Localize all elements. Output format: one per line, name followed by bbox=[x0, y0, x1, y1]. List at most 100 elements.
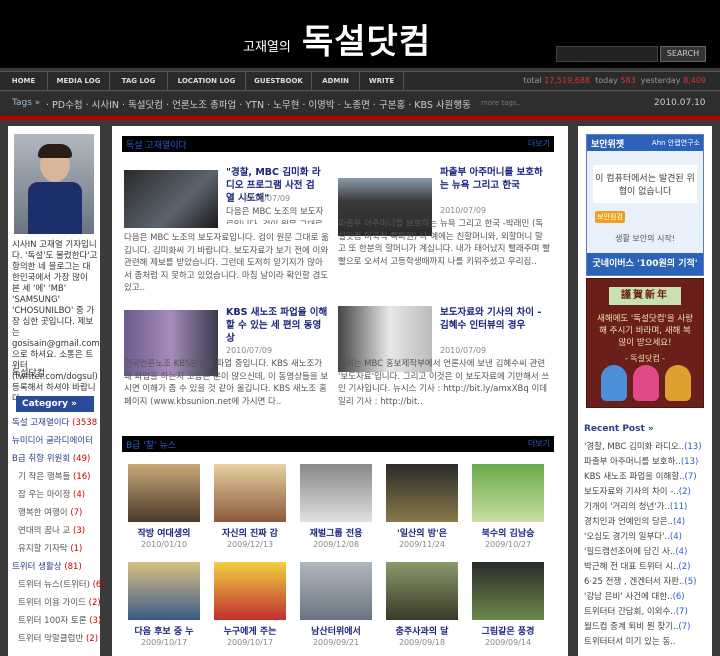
recent-post-comment-count: (5) bbox=[684, 577, 697, 587]
nav-home[interactable]: HOME bbox=[0, 72, 48, 90]
recent-post-item[interactable]: '경찰, MBC 김미화 라디오..(13) bbox=[584, 440, 708, 452]
recent-post-title: '경찰, MBC 김미화 라디오.. bbox=[584, 442, 685, 452]
recent-post-comment-count: (4) bbox=[673, 517, 686, 527]
category-item[interactable]: 트위터 막말클럽반 (2) bbox=[18, 632, 104, 644]
section-more-2[interactable]: 더보기 bbox=[528, 438, 550, 449]
gallery-date: 2009/09/14 bbox=[484, 638, 532, 647]
gallery-caption[interactable]: 남산터위에서 bbox=[296, 624, 376, 637]
category-count: (49) bbox=[72, 454, 91, 464]
category-item[interactable]: 트위터 이용 가이드 (2) bbox=[18, 596, 104, 608]
article-date: 2010/07/09 bbox=[440, 206, 487, 215]
gallery-thumbnail[interactable] bbox=[300, 464, 372, 522]
category-count: (3) bbox=[73, 526, 86, 536]
category-item[interactable]: 연대의 꿈나 교 (3) bbox=[18, 524, 104, 536]
nav-tag-log[interactable]: TAG LOG bbox=[110, 72, 168, 90]
category-item[interactable]: 트위터 생활상 (81) bbox=[12, 560, 98, 572]
tag-list[interactable]: · PD수첩 · 시사IN · 독설닷컴 · 언론노조 총파업 · YTN · … bbox=[46, 97, 471, 111]
widget-title: 보안위젯 bbox=[591, 140, 625, 150]
recent-post-comment-count: (13) bbox=[684, 442, 702, 452]
recent-post-item[interactable]: 트위터터서 미기 있는 동.. bbox=[584, 635, 708, 647]
recent-post-item[interactable]: 기개이 '거리의 청년'가..(11) bbox=[584, 500, 708, 512]
category-item[interactable]: 기 작은 행복들 (16) bbox=[18, 470, 104, 482]
search-button[interactable]: SEARCH bbox=[660, 46, 706, 62]
gallery-thumbnail[interactable] bbox=[128, 562, 200, 620]
gallery-date: 2009/11/24 bbox=[398, 540, 446, 549]
stat-total: 17,519,688 bbox=[544, 76, 591, 85]
recent-post-item[interactable]: 보도자료와 기사의 차이 -..(2) bbox=[584, 485, 708, 497]
category-label: 트위터 100자 토론 bbox=[18, 616, 87, 626]
search-input[interactable] bbox=[556, 46, 658, 62]
article-excerpt: 다음은 MBC 노조의 보도자료입니다. 검이 원문 그대로 옮깁니다. 김미화… bbox=[226, 207, 324, 224]
security-check-button[interactable]: 보안점검 bbox=[595, 211, 625, 223]
right-sidebar: 보안위젯 Ahn 안랩연구소 이 컴퓨터에서는 발견된 위협이 없습니다 보안점… bbox=[578, 126, 712, 656]
stat-total-label: total bbox=[523, 76, 542, 85]
recent-post-item[interactable]: 6·25 전쟁 , 겐겐터서 자판..(5) bbox=[584, 575, 708, 587]
widget-link[interactable]: 생활 보안의 시작! bbox=[593, 233, 697, 244]
category-item[interactable]: 유지할 기자탁 (1) bbox=[18, 542, 104, 554]
article-title[interactable]: 파출부 아주머니를 보호하는 뉴욕 그리고 한국 bbox=[440, 166, 550, 192]
gallery-caption[interactable]: 충주사과의 달 bbox=[382, 624, 462, 637]
recent-post-item[interactable]: KBS 새노조 파업을 이해할..(7) bbox=[584, 470, 708, 482]
gallery-thumbnail[interactable] bbox=[214, 464, 286, 522]
recent-post-title: '오심도 경기의 일부다'.. bbox=[584, 532, 670, 542]
category-label: 트위터 이용 가이드 bbox=[18, 598, 86, 608]
recent-post-item[interactable]: 경치인과 언예인의 당은..(4) bbox=[584, 515, 708, 527]
recent-post-item[interactable]: 트위터터 간담회, 이외수..(7) bbox=[584, 605, 708, 617]
nav-admin[interactable]: ADMIN bbox=[312, 72, 360, 90]
section-header-1: 독설 고재열이다 더보기 bbox=[122, 136, 554, 152]
category-count: (81) bbox=[64, 562, 82, 572]
gallery-thumbnail[interactable] bbox=[386, 464, 458, 522]
section-title-2[interactable]: B급 '찰' 뉴스 bbox=[126, 438, 176, 451]
category-item[interactable]: 행복한 여행이 (7) bbox=[18, 506, 104, 518]
section-title-1[interactable]: 독설 고재열이다 bbox=[126, 138, 187, 151]
gallery-caption[interactable]: 다음 후보 중 누 bbox=[124, 624, 204, 637]
gallery-caption[interactable]: '일산의 밤'은 bbox=[382, 526, 462, 539]
article-date: 2010/07/09 bbox=[226, 346, 273, 355]
nav-guestbook[interactable]: GUESTBOOK bbox=[246, 72, 312, 90]
gallery-caption[interactable]: 재벌그룹 전용 bbox=[296, 526, 376, 539]
widget-banner[interactable]: 굿네이버스 '100원의 기적' bbox=[587, 253, 703, 275]
recent-post-comment-count: (7) bbox=[675, 607, 688, 617]
category-item[interactable]: 잡 우는 마이정 (4) bbox=[18, 488, 104, 500]
nav-location-log[interactable]: LOCATION LOG bbox=[168, 72, 246, 90]
section-more-1[interactable]: 더보기 bbox=[528, 138, 550, 149]
profile-photo bbox=[14, 134, 94, 234]
recent-post-item[interactable]: 파출부 아주머니를 보호하..(13) bbox=[584, 455, 708, 467]
recent-post-title: '강남 은비' 사건에 대한.. bbox=[584, 592, 673, 602]
article-title[interactable]: KBS 새노조 파업을 이해할 수 있는 세 편의 동영상 bbox=[226, 306, 328, 345]
gallery-thumbnail[interactable] bbox=[386, 562, 458, 620]
nav-write[interactable]: WRITE bbox=[360, 72, 404, 90]
gallery-caption[interactable]: 작방 여대생의 bbox=[124, 526, 204, 539]
category-count: (6) bbox=[92, 580, 104, 590]
category-item[interactable]: B급 취향 위원회 (49) bbox=[12, 452, 98, 464]
recent-post-item[interactable]: 박근혜 전 대표 트위터 시..(2) bbox=[584, 560, 708, 572]
category-item[interactable]: 트위터 뉴스(트위터) (6) bbox=[18, 578, 104, 590]
gallery-thumbnail[interactable] bbox=[472, 562, 544, 620]
recent-post-item[interactable]: '필드캠선조어에 담긴 사..(4) bbox=[584, 545, 708, 557]
article-thumbnail[interactable] bbox=[124, 170, 218, 228]
category-label: 독설 고재열이다 bbox=[12, 418, 70, 428]
recent-post-title: 6·25 전쟁 , 겐겐터서 자판.. bbox=[584, 577, 685, 587]
gallery-caption[interactable]: 누구에게 주는 bbox=[210, 624, 290, 637]
more-tags-link[interactable]: more tags.. bbox=[481, 99, 521, 107]
gallery-thumbnail[interactable] bbox=[128, 464, 200, 522]
article-title[interactable]: 보도자료와 기사의 차이 - 김혜수 인터뷰의 경우 bbox=[440, 306, 550, 332]
article-excerpt: 파출부 아주머니를 보호하는 뉴욕 그리고 한국 -박래민 (독설닷컴 미국식 … bbox=[338, 219, 550, 267]
gallery-caption[interactable]: 북수의 김남승 bbox=[468, 526, 548, 539]
main-content: 독설 고재열이다 더보기 "경찰, MBC 김미화 라디오 프로그램 사전 검열… bbox=[112, 126, 568, 656]
gallery-thumbnail[interactable] bbox=[300, 562, 372, 620]
category-item[interactable]: 독설 고재열이다 (3538) bbox=[12, 416, 98, 428]
site-title[interactable]: 독설닷컴 bbox=[302, 14, 431, 63]
recent-post-item[interactable]: '오심도 경기의 일부다'..(4) bbox=[584, 530, 708, 542]
gallery-thumbnail[interactable] bbox=[214, 562, 286, 620]
category-item[interactable]: 뉴미디어 글라디에이터 bbox=[12, 434, 98, 446]
gallery-thumbnail[interactable] bbox=[472, 464, 544, 522]
recent-post-item[interactable]: 월드컵 중계 퇴비 뭔 찾기..(7) bbox=[584, 620, 708, 632]
category-item[interactable]: 트위터 100자 토론 (3) bbox=[18, 614, 104, 626]
category-count: (2) bbox=[85, 634, 99, 644]
category-count: (3538) bbox=[72, 418, 98, 428]
recent-post-item[interactable]: '강남 은비' 사건에 대한..(6) bbox=[584, 590, 708, 602]
nav-media-log[interactable]: MEDIA LOG bbox=[48, 72, 110, 90]
gallery-caption[interactable]: 자신의 진짜 감 bbox=[210, 526, 290, 539]
gallery-caption[interactable]: 그림같은 풍경 bbox=[468, 624, 548, 637]
